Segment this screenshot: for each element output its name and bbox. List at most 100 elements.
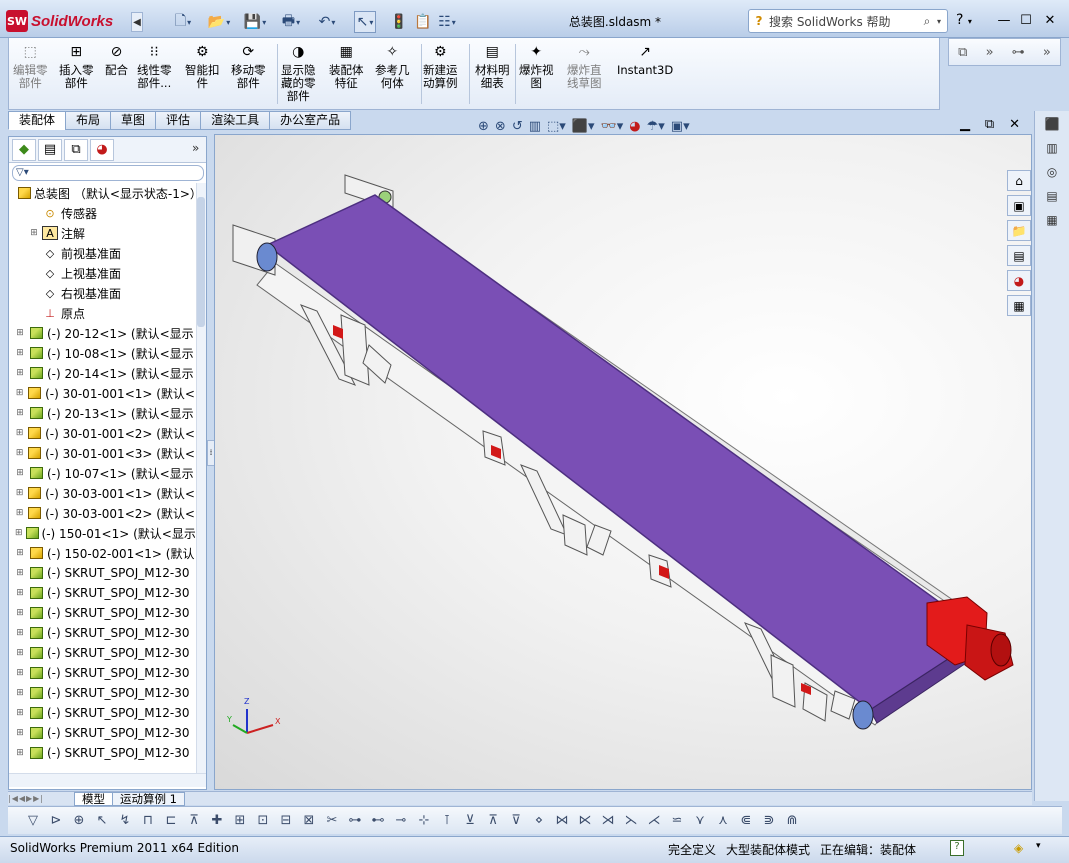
rebuild-icon[interactable]: 🚦: [388, 11, 410, 33]
tree-horizontal-scrollbar[interactable]: [9, 773, 206, 787]
selection-tool-icon[interactable]: ⋒: [783, 813, 801, 828]
apply-scene-icon[interactable]: ☂▾: [647, 119, 665, 134]
selection-tool-icon[interactable]: ✚: [208, 813, 226, 828]
viewport-minimize-icon[interactable]: ▁: [960, 117, 970, 132]
command-reference-geometry-button[interactable]: ✧ 参考几 何体: [375, 42, 410, 90]
rebuild-status-icon[interactable]: ◈: [1014, 841, 1023, 855]
expand-toggle-icon[interactable]: ⊞: [15, 668, 25, 678]
expand-toggle-icon[interactable]: ⊞: [15, 348, 25, 358]
selection-tool-icon[interactable]: ⊽: [507, 813, 525, 828]
tab-1[interactable]: 布局: [65, 111, 112, 130]
tree-item[interactable]: ⊞ (-) SKRUT_SPOJ_M12-30: [9, 663, 195, 683]
tree-item[interactable]: ⊞ A 注解: [9, 223, 195, 243]
selection-tool-icon[interactable]: ⊟: [277, 813, 295, 828]
selection-tool-icon[interactable]: ⊷: [369, 813, 387, 828]
custom-properties-icon[interactable]: ▦: [1007, 295, 1031, 316]
tree-scroll-thumb[interactable]: [197, 197, 205, 327]
options-icon[interactable]: ☷ ▾: [436, 11, 458, 33]
tree-item[interactable]: ⊞ (-) 20-13<1> (默认<显示: [9, 403, 195, 423]
expand-toggle-icon[interactable]: ⊞: [15, 588, 25, 598]
selection-tool-icon[interactable]: ⋍: [668, 813, 686, 828]
selection-tool-icon[interactable]: ⋎: [691, 813, 709, 828]
print-icon[interactable]: 🖶 ▾: [280, 11, 302, 33]
selection-tool-icon[interactable]: ▽: [24, 813, 42, 828]
tab-scroll-arrows[interactable]: |◀◀▶▶|: [8, 794, 74, 803]
tree-item[interactable]: ⊞ (-) 20-12<1> (默认<显示: [9, 323, 195, 343]
tab-4[interactable]: 渲染工具: [200, 111, 271, 130]
selection-tool-icon[interactable]: ⊏: [162, 813, 180, 828]
section-icon[interactable]: ▥: [1040, 141, 1064, 159]
command-assembly-feature-button[interactable]: ▦ 装配体 特征: [329, 42, 364, 90]
selection-tool-icon[interactable]: ⋄: [530, 813, 548, 828]
expand-toggle-icon[interactable]: ⊞: [15, 628, 25, 638]
tree-filter[interactable]: ▽▾: [12, 165, 204, 181]
tree-item[interactable]: ◇ 上视基准面: [9, 263, 195, 283]
command-linear-pattern-button[interactable]: ⁝⁝ 线性零 部件...: [137, 42, 172, 90]
selection-tool-icon[interactable]: ⊶: [346, 813, 364, 828]
tab-0[interactable]: 装配体: [8, 111, 67, 130]
tab-motion-study[interactable]: 运动算例 1: [112, 791, 185, 806]
selection-tool-icon[interactable]: ⊳: [47, 813, 65, 828]
open-folder-icon[interactable]: 📂 ▾: [208, 11, 230, 33]
tree-item[interactable]: ⊞ (-) SKRUT_SPOJ_M12-30: [9, 563, 195, 583]
selection-tool-icon[interactable]: ↯: [116, 813, 134, 828]
selection-tool-icon[interactable]: ⊹: [415, 813, 433, 828]
selection-tool-icon[interactable]: ⋈: [553, 813, 571, 828]
expand-toggle-icon[interactable]: ⊞: [15, 648, 25, 658]
solidworks-logo[interactable]: SW SolidWorks: [6, 8, 128, 34]
expand-more-icon-2[interactable]: »: [1043, 45, 1051, 60]
selection-tool-icon[interactable]: ✂: [323, 813, 341, 828]
expand-toggle-icon[interactable]: ⊞: [15, 428, 24, 438]
help-search-input[interactable]: 搜索 SolidWorks 帮助: [769, 13, 891, 30]
collapse-panel-icon[interactable]: »: [192, 141, 199, 155]
tree-item[interactable]: ⊞ (-) 30-03-001<1> (默认<: [9, 483, 195, 503]
tree-item[interactable]: ⊙ 传感器: [9, 203, 195, 223]
tree-item[interactable]: ⊞ (-) 20-14<1> (默认<显示: [9, 363, 195, 383]
selection-tool-icon[interactable]: ⊻: [461, 813, 479, 828]
help-menu-button[interactable]: ? ▾: [956, 12, 996, 28]
minimize-icon[interactable]: —: [994, 12, 1014, 30]
expand-toggle-icon[interactable]: ⊞: [15, 388, 24, 398]
tree-item[interactable]: ⊞ (-) SKRUT_SPOJ_M12-30: [9, 703, 195, 723]
tree-item[interactable]: ◇ 前视基准面: [9, 243, 195, 263]
tree-item[interactable]: ◇ 右视基准面: [9, 283, 195, 303]
selection-tool-icon[interactable]: ⋏: [714, 813, 732, 828]
tree-item[interactable]: ⊞ (-) 10-07<1> (默认<显示: [9, 463, 195, 483]
edit-appearance-icon[interactable]: ◕: [629, 119, 640, 134]
section-view-icon[interactable]: ▥: [529, 119, 541, 134]
tab-2[interactable]: 草图: [110, 111, 157, 130]
expand-toggle-icon[interactable]: ⊞: [15, 708, 25, 718]
appearances-icon[interactable]: ◕: [1007, 270, 1031, 291]
tree-item[interactable]: 总装图 （默认<显示状态-1>）: [9, 183, 195, 203]
save-icon[interactable]: 💾 ▾: [244, 11, 266, 33]
expand-toggle-icon[interactable]: ⊞: [15, 508, 24, 518]
selection-tool-icon[interactable]: ⊡: [254, 813, 272, 828]
selection-tool-icon[interactable]: ⋋: [622, 813, 640, 828]
layout-icon[interactable]: ⧉: [958, 45, 967, 60]
selection-tool-icon[interactable]: ⋊: [599, 813, 617, 828]
design-library-icon[interactable]: ▣: [1007, 195, 1031, 216]
display-style-icon[interactable]: ⬛▾: [572, 119, 595, 134]
view-palette-icon[interactable]: ▤: [1007, 245, 1031, 266]
command-exploded-view-button[interactable]: ✦ 爆炸视 图: [519, 42, 554, 90]
feature-tree-tab-icon[interactable]: ◆: [12, 138, 36, 161]
expand-toggle-icon[interactable]: ⊞: [15, 528, 23, 538]
expand-toggle-icon[interactable]: ⊞: [15, 728, 25, 738]
command-smart-fastener-button[interactable]: ⚙ 智能扣 件: [185, 42, 220, 90]
command-show-hidden-button[interactable]: ◑ 显示隐 藏的零 部件: [281, 42, 316, 103]
help-search-box[interactable]: ? 搜索 SolidWorks 帮助 ⌕ ▾: [748, 9, 948, 33]
tree-item[interactable]: ⊞ (-) SKRUT_SPOJ_M12-30: [9, 623, 195, 643]
expand-toggle-icon[interactable]: ⊞: [15, 368, 25, 378]
new-document-icon[interactable]: 🗋 ▾: [172, 11, 194, 33]
command-instant3d-button[interactable]: ↗ Instant3D: [617, 42, 673, 77]
tree-item[interactable]: ⊞ (-) 30-03-001<2> (默认<: [9, 503, 195, 523]
view-settings-icon[interactable]: ▣▾: [671, 119, 690, 134]
configuration-manager-tab-icon[interactable]: ⧉: [64, 138, 88, 161]
expand-toggle-icon[interactable]: ⊞: [15, 688, 25, 698]
file-properties-icon[interactable]: 📋: [412, 11, 434, 33]
selection-tool-icon[interactable]: ⋉: [576, 813, 594, 828]
command-new-motion-study-button[interactable]: ⚙ 新建运 动算例: [423, 42, 458, 90]
expand-toggle-icon[interactable]: ⊞: [15, 468, 25, 478]
tree-item[interactable]: ⊞ (-) SKRUT_SPOJ_M12-30: [9, 723, 195, 743]
expand-toggle-icon[interactable]: ⊞: [15, 488, 24, 498]
